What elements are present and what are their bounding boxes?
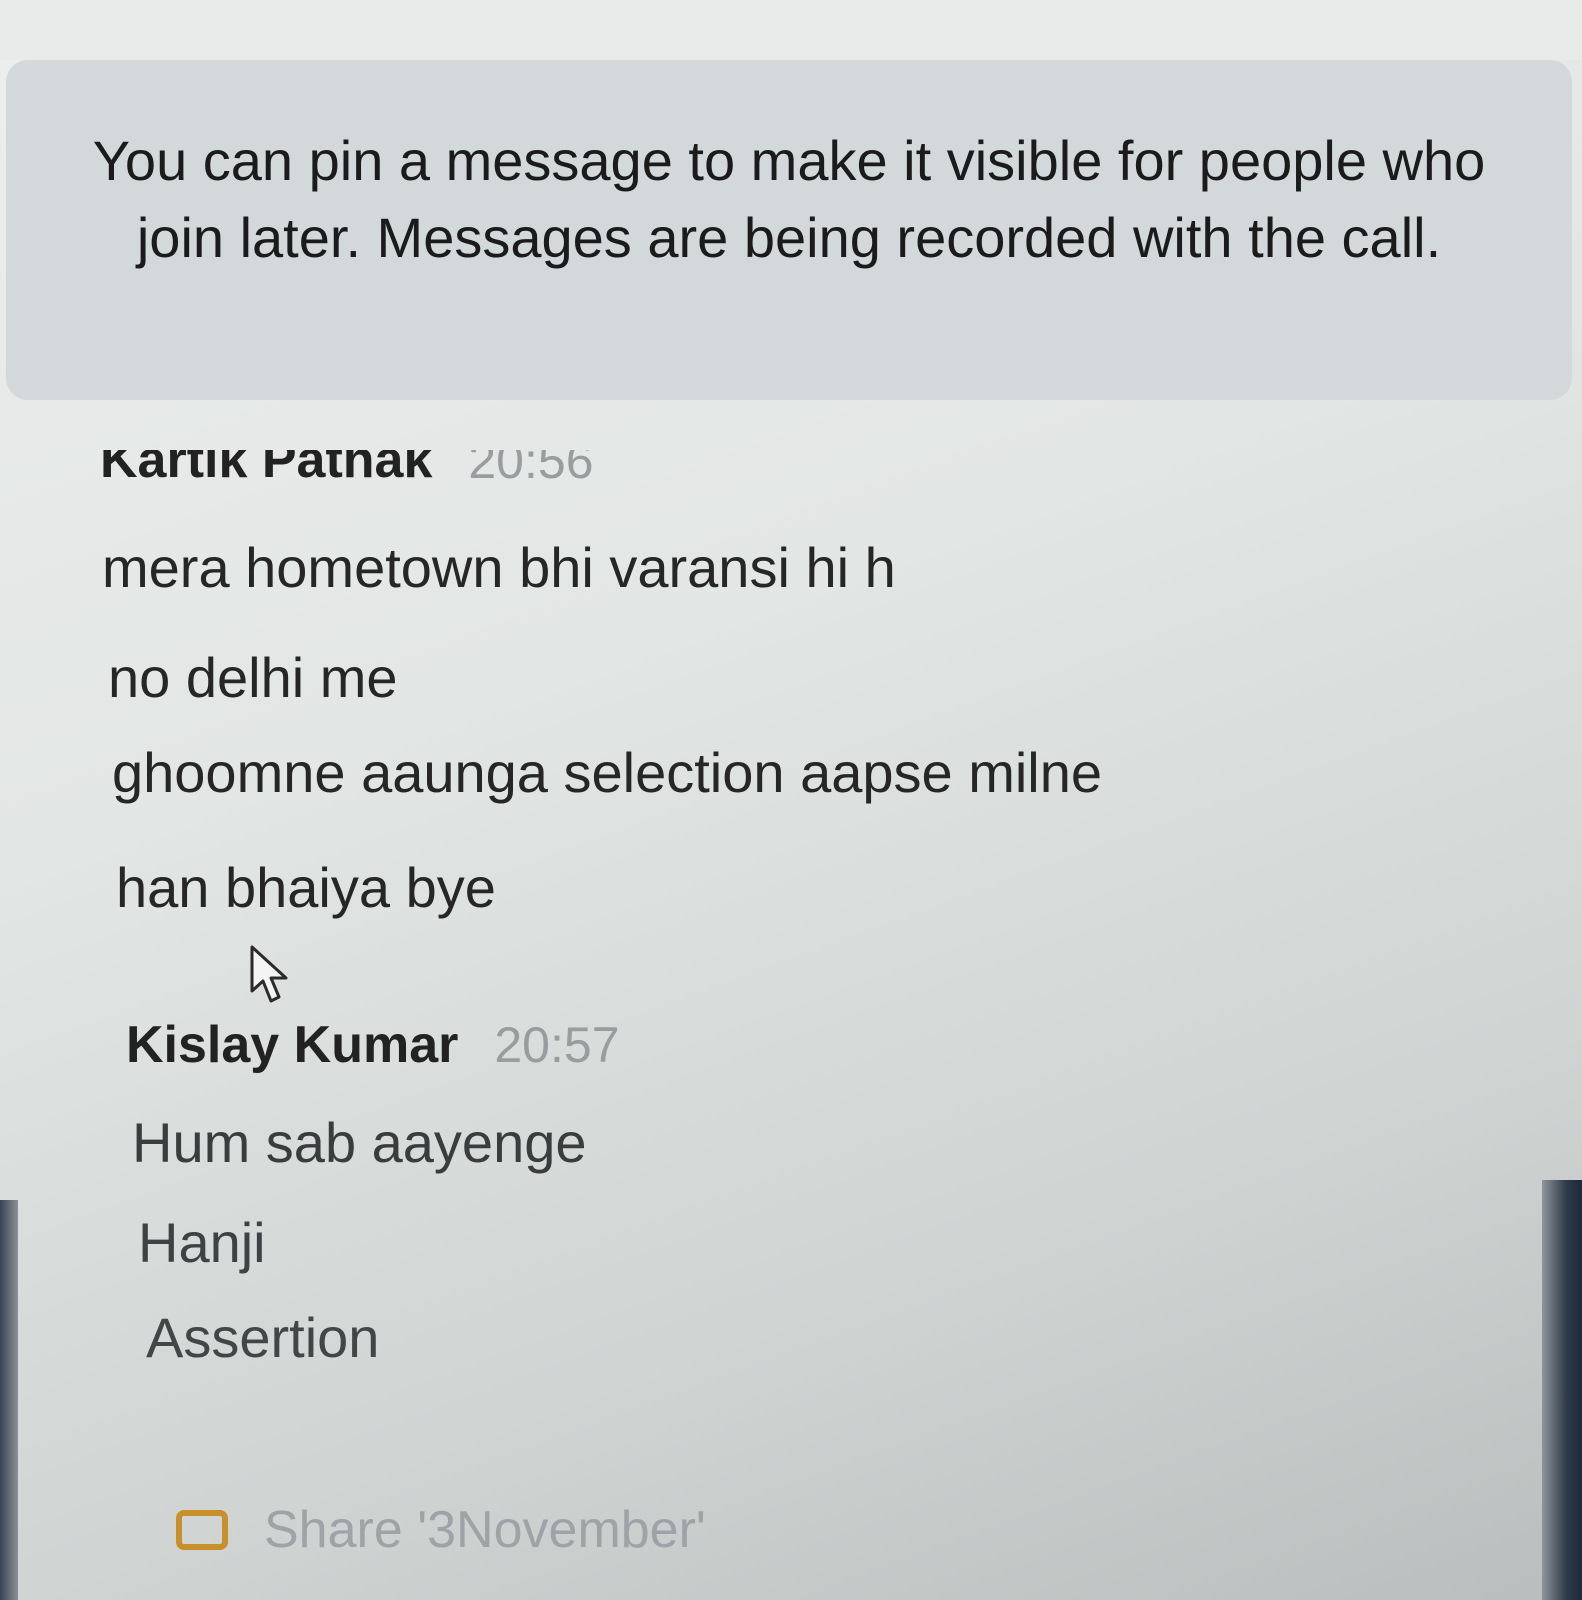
message-sender: Kislay Kumar xyxy=(126,1016,459,1074)
message-line: Assertion xyxy=(146,1306,380,1369)
share-label: Share '3November' xyxy=(264,1501,706,1559)
message-line: Hum sab aayenge xyxy=(132,1111,587,1174)
message-header: Kartik Pathak 20:56 xyxy=(100,450,594,490)
message-time: 20:56 xyxy=(468,450,594,489)
message-line: mera hometown bhi varansi hi h xyxy=(102,536,896,599)
message-line: ghoomne aaunga selection aapse milne xyxy=(112,741,1103,804)
monitor-bezel-right xyxy=(1542,1180,1582,1600)
mouse-cursor-icon xyxy=(250,945,288,1003)
chat-panel: You can pin a message to make it visible… xyxy=(0,0,1582,1600)
message-time: 20:57 xyxy=(494,1017,620,1073)
message-sender: Kartik Pathak xyxy=(100,450,433,489)
info-banner: You can pin a message to make it visible… xyxy=(6,60,1572,400)
message-line: Hanji xyxy=(138,1211,266,1274)
screen-share-icon xyxy=(176,1510,228,1550)
message-line: no delhi me xyxy=(108,646,398,709)
info-banner-text: You can pin a message to make it visible… xyxy=(92,129,1486,269)
monitor-bezel-left xyxy=(0,1200,18,1600)
share-screen-button[interactable]: Share '3November' xyxy=(176,1500,706,1560)
message-line: han bhaiya bye xyxy=(116,856,496,919)
panel-top-strip xyxy=(0,0,1582,60)
message-header: Kislay Kumar 20:57 xyxy=(126,1015,620,1075)
